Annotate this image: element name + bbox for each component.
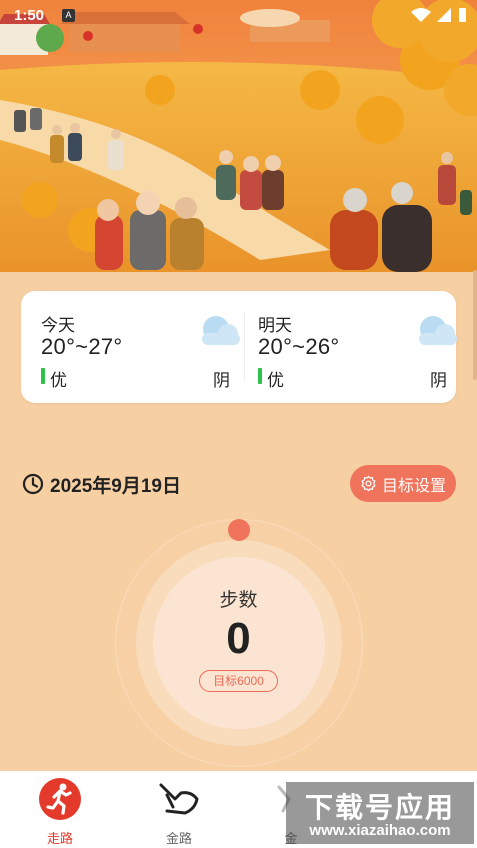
status-bar: 1:50 A [0, 0, 477, 30]
weather-temperature: 20°~27° [41, 334, 123, 359]
weather-tomorrow: 明天 20°~26° 优 阴 [258, 291, 458, 403]
weather-divider [244, 313, 245, 381]
nav-label: 金路 [165, 831, 192, 846]
clock-icon [22, 473, 44, 495]
nav-item-walk[interactable]: 走路 [15, 777, 105, 847]
aqi-indicator [41, 368, 45, 384]
progress-knob [228, 519, 250, 541]
steps-label: 步数 [219, 590, 258, 611]
goal-settings-label: 目标设置 [381, 477, 446, 495]
weather-day-label: 今天 [41, 316, 75, 335]
weather-condition: 阴 [213, 371, 230, 390]
status-indicator-icon: A [62, 9, 75, 22]
nav-label: 走路 [46, 831, 73, 846]
scrollbar[interactable] [473, 270, 477, 380]
weather-aqi: 优 [50, 371, 67, 390]
gear-icon [361, 475, 376, 492]
watermark-url: www.xiazaihao.com [309, 822, 451, 839]
watermark-overlay: 下载号应用 www.xiazaihao.com [286, 782, 474, 844]
status-time: 1:50 [14, 7, 45, 24]
weather-today: 今天 20°~27° 优 阴 [41, 291, 241, 403]
wifi-icon [411, 8, 431, 22]
date-row: 2025年9月19日 [22, 470, 181, 498]
goal-settings-button[interactable]: 目标设置 [350, 465, 456, 502]
status-icons [409, 6, 469, 29]
hero-illustration [0, 0, 477, 272]
cloud-icon [413, 313, 461, 352]
weather-temperature: 20°~26° [258, 334, 340, 359]
current-date: 2025年9月19日 [50, 475, 181, 497]
weather-condition: 阴 [430, 371, 447, 390]
steps-count: 0 [226, 614, 251, 663]
weather-aqi: 优 [267, 371, 284, 390]
watermark-title: 下载号应用 [304, 792, 455, 823]
weather-card: 今天 20°~27° 优 阴 明天 20°~26° 优 阴 [21, 291, 458, 403]
gold-hand-icon [159, 783, 199, 815]
weather-day-label: 明天 [258, 316, 292, 335]
steps-target-badge: 目标6000 [199, 670, 278, 692]
runner-icon [39, 778, 81, 820]
aqi-indicator [258, 368, 262, 384]
nav-item-gold-road[interactable]: 金路 [134, 777, 224, 847]
signal-icon [437, 8, 451, 22]
battery-icon [459, 8, 466, 22]
cloud-icon [196, 313, 244, 352]
autumn-park-scene [0, 0, 477, 272]
